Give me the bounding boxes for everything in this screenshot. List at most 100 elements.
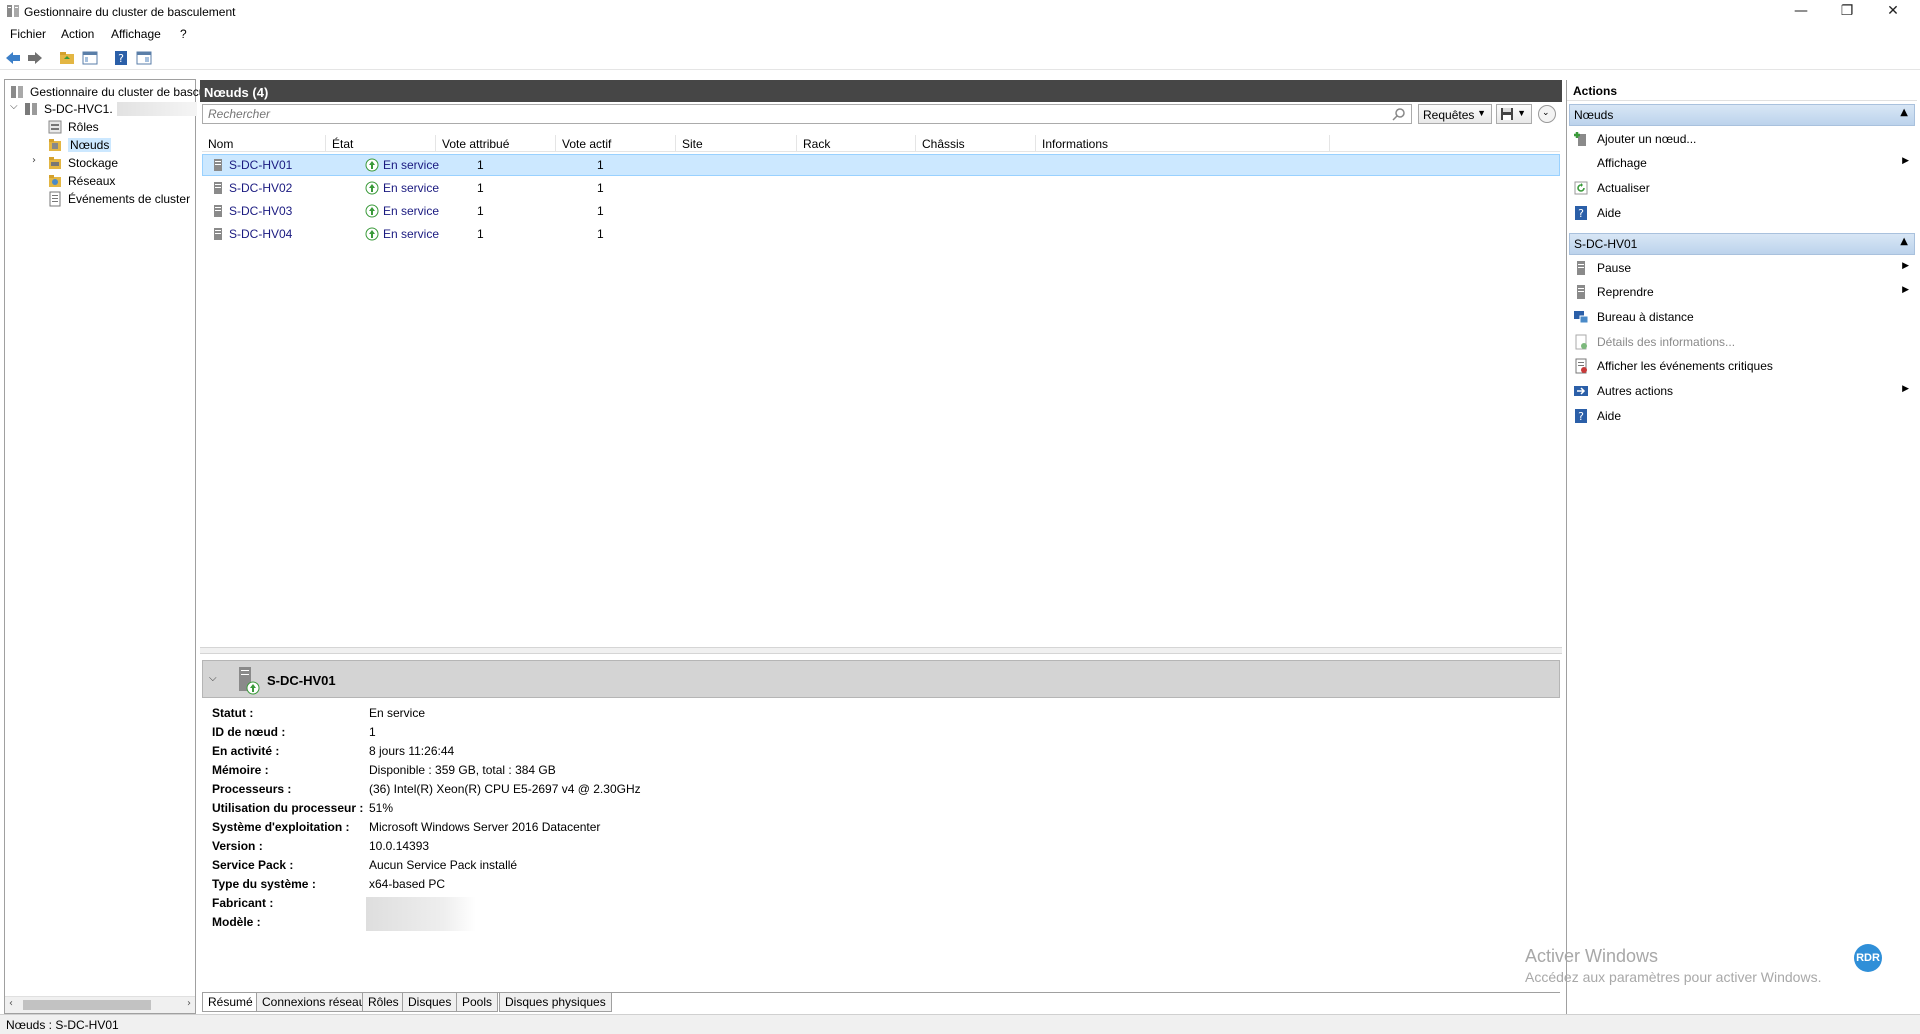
- table-row[interactable]: S-DC-HV03 En service 1 1: [202, 200, 1560, 222]
- vote-assigned: 1: [477, 158, 484, 172]
- menu-fichier[interactable]: Fichier: [10, 27, 46, 41]
- action-details[interactable]: Détails des informations...: [1569, 331, 1915, 353]
- column-header-rack[interactable]: Rack: [797, 135, 916, 152]
- tree-horizontal-scrollbar[interactable]: ‹ ›: [5, 996, 195, 1013]
- prop-label-os: Système d'exploitation :: [212, 820, 350, 834]
- title-bar: Gestionnaire du cluster de basculement —…: [0, 0, 1920, 24]
- forward-icon[interactable]: [26, 49, 44, 67]
- menu-help[interactable]: ?: [180, 27, 187, 41]
- collapse-chevron-icon[interactable]: ⌵: [209, 673, 217, 684]
- cluster-icon: [25, 103, 37, 115]
- submenu-arrow-icon: ▶: [1902, 156, 1909, 166]
- prop-value-processors: (36) Intel(R) Xeon(R) CPU E5-2697 v4 @ 2…: [369, 782, 641, 796]
- server-icon: [214, 159, 222, 171]
- menu-affichage[interactable]: Affichage: [111, 27, 161, 41]
- show-hide-actions-icon[interactable]: [135, 49, 153, 67]
- column-header-chassis[interactable]: Châssis: [916, 135, 1036, 152]
- help-icon[interactable]: ?: [112, 49, 130, 67]
- nodes-icon: [49, 139, 61, 151]
- prop-value-cpu-usage: 51%: [369, 801, 394, 815]
- prop-label-processors: Processeurs :: [212, 782, 292, 796]
- vote-assigned: 1: [477, 181, 484, 195]
- nodes-pane: Nœuds (4) Requêtes ▼ ▼ ⌄ Nom État Vote a…: [200, 80, 1562, 1014]
- window-title: Gestionnaire du cluster de basculement: [24, 5, 236, 19]
- actions-title: Actions: [1567, 80, 1917, 101]
- tree-cluster[interactable]: S-DC-HVC1.: [23, 100, 197, 118]
- column-header-vote-assigned[interactable]: Vote attribué: [436, 135, 556, 152]
- vote-active: 1: [597, 204, 604, 218]
- action-remote-desktop[interactable]: Bureau à distance: [1569, 306, 1915, 328]
- server-icon: [214, 205, 222, 217]
- action-pause[interactable]: Pause ▶: [1569, 257, 1915, 279]
- chevron-down-icon: ▼: [1517, 108, 1526, 118]
- close-button[interactable]: ✕: [1870, 0, 1916, 24]
- actions-section-nodes[interactable]: Nœuds ▲: [1569, 104, 1915, 126]
- tree-item-nodes[interactable]: Nœuds: [47, 136, 112, 154]
- vote-active: 1: [597, 227, 604, 241]
- node-name-cell: S-DC-HV01: [211, 158, 292, 172]
- prop-value-os: Microsoft Windows Server 2016 Datacenter: [369, 820, 601, 834]
- column-header-information[interactable]: Informations: [1036, 135, 1330, 152]
- queries-dropdown[interactable]: Requêtes ▼: [1418, 104, 1492, 124]
- tab-summary[interactable]: Résumé: [202, 993, 259, 1012]
- tab-pools[interactable]: Pools: [456, 993, 499, 1012]
- action-view[interactable]: Affichage ▶: [1569, 152, 1915, 174]
- node-name-cell: S-DC-HV02: [211, 181, 292, 195]
- collapse-up-icon[interactable]: ▲: [1900, 107, 1908, 118]
- prop-label-service-pack: Service Pack :: [212, 858, 294, 872]
- table-row[interactable]: S-DC-HV04 En service 1 1: [202, 223, 1560, 245]
- action-critical-events[interactable]: Afficher les événements critiques: [1569, 355, 1915, 377]
- collapse-up-icon[interactable]: ▲: [1900, 236, 1908, 247]
- table-row[interactable]: S-DC-HV02 En service 1 1: [202, 177, 1560, 199]
- prop-value-version: 10.0.14393: [369, 839, 430, 853]
- show-hide-tree-icon[interactable]: [81, 49, 99, 67]
- action-help-node[interactable]: ? Aide: [1569, 405, 1915, 427]
- redacted-block: [366, 897, 476, 931]
- node-name: S-DC-HV01: [229, 158, 293, 172]
- remote-desktop-icon: [1574, 311, 1589, 324]
- section-title: S-DC-HV01: [1574, 237, 1638, 251]
- prop-value-uptime: 8 jours 11:26:44: [369, 744, 455, 758]
- prop-value-service-pack: Aucun Service Pack installé: [369, 858, 518, 872]
- tab-physical-disks[interactable]: Disques physiques: [499, 993, 612, 1012]
- table-row[interactable]: S-DC-HV01 En service 1 1: [202, 154, 1560, 176]
- actions-section-node[interactable]: S-DC-HV01 ▲: [1569, 233, 1915, 255]
- tab-disks[interactable]: Disques: [402, 993, 458, 1012]
- restore-button[interactable]: ❐: [1824, 0, 1870, 24]
- action-resume[interactable]: Reprendre ▶: [1569, 281, 1915, 303]
- pane-splitter[interactable]: [200, 647, 1562, 654]
- chevron-right-icon[interactable]: ›: [32, 155, 36, 166]
- node-state-cell: En service: [365, 204, 439, 218]
- tree-item-networks[interactable]: Réseaux: [47, 172, 115, 190]
- scroll-right-icon[interactable]: ›: [187, 998, 191, 1009]
- column-header-site[interactable]: Site: [676, 135, 797, 152]
- scrollbar-thumb[interactable]: [23, 1000, 151, 1010]
- search-icon[interactable]: [1392, 107, 1406, 121]
- back-icon[interactable]: [4, 49, 22, 67]
- prop-value-system-type: x64-based PC: [369, 877, 446, 891]
- tab-roles[interactable]: Rôles: [362, 993, 405, 1012]
- tree-item-roles[interactable]: Rôles: [47, 118, 99, 136]
- menu-action[interactable]: Action: [61, 27, 94, 41]
- column-header-vote-active[interactable]: Vote actif: [556, 135, 676, 152]
- column-header-state[interactable]: État: [326, 135, 436, 152]
- chevron-down-icon[interactable]: ⌵: [10, 101, 18, 112]
- blank-icon: [1573, 155, 1589, 171]
- tree-item-cluster-events[interactable]: Événements de cluster: [47, 190, 190, 208]
- action-help[interactable]: ? Aide: [1569, 202, 1915, 224]
- action-refresh[interactable]: Actualiser: [1569, 177, 1915, 199]
- navigation-tree: Gestionnaire du cluster de basculement ⌵…: [4, 79, 241, 1014]
- svg-text:?: ?: [1578, 410, 1584, 423]
- up-folder-icon[interactable]: [58, 49, 76, 67]
- scroll-left-icon[interactable]: ‹: [9, 998, 13, 1009]
- tree-item-storage[interactable]: Stockage: [47, 154, 118, 172]
- action-more-actions[interactable]: Autres actions ▶: [1569, 380, 1915, 402]
- column-header-name[interactable]: Nom: [202, 135, 326, 152]
- save-query-button[interactable]: ▼: [1496, 104, 1532, 124]
- action-add-node[interactable]: Ajouter un nœud...: [1569, 128, 1915, 150]
- expand-search-button[interactable]: ⌄: [1538, 105, 1556, 123]
- search-input[interactable]: [202, 104, 1412, 124]
- tab-network-connections[interactable]: Connexions réseau: [256, 993, 372, 1012]
- minimize-button[interactable]: —: [1778, 0, 1824, 24]
- node-state: En service: [383, 158, 440, 172]
